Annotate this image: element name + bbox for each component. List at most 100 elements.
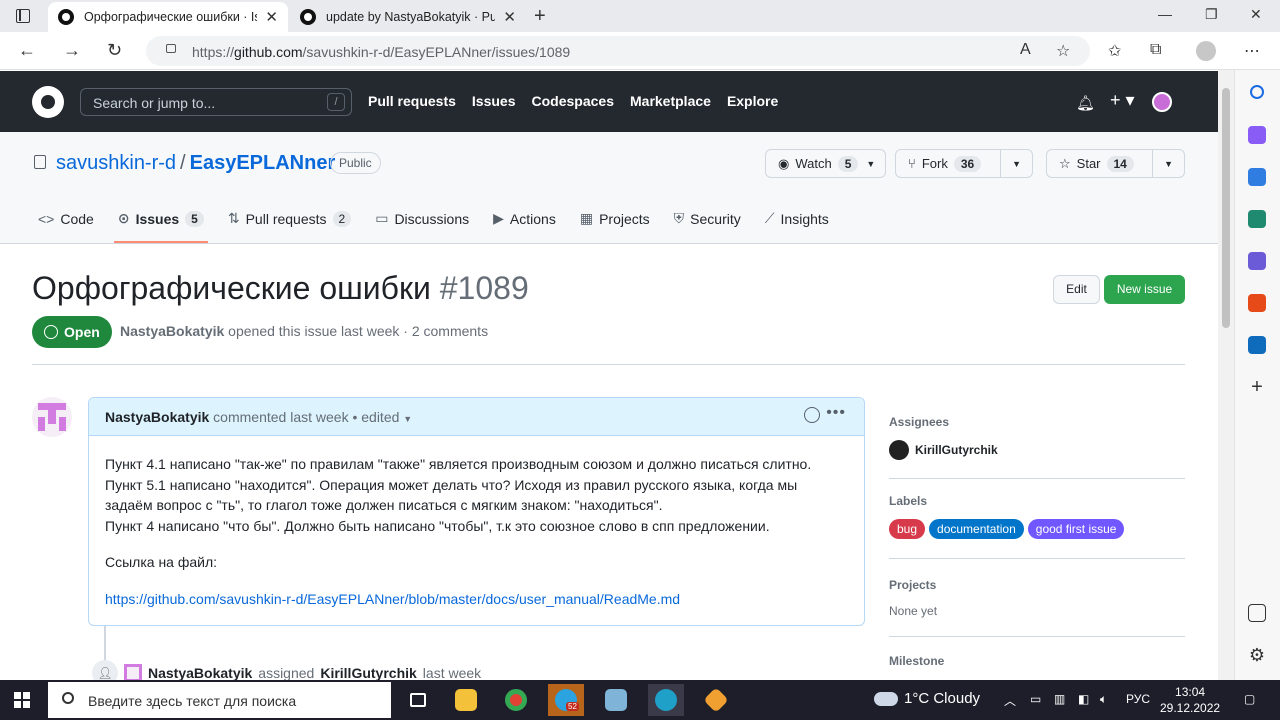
notification-center-icon[interactable]: ▢ <box>1244 692 1255 706</box>
create-new-icon[interactable]: + ▾ <box>1110 90 1135 111</box>
collections-icon[interactable]: ⧉ <box>1150 41 1161 59</box>
event-actor-link[interactable]: NastyaBokatyik <box>148 665 252 681</box>
labels-heading[interactable]: Labels <box>889 494 1185 508</box>
issue-icon: ⊙ <box>117 210 130 226</box>
label-good-first-issue[interactable]: good first issue <box>1027 519 1125 539</box>
tray-chevron-icon[interactable]: ︿ <box>1004 692 1016 709</box>
fork-dropdown-chevron-icon[interactable]: ▼ <box>1000 150 1032 177</box>
page-scrollbar[interactable] <box>1218 70 1234 680</box>
back-icon[interactable]: ← <box>18 40 36 61</box>
tab-actions[interactable]: ▶ Actions <box>493 210 556 227</box>
add-favorite-icon[interactable]: ☆ <box>1056 41 1070 61</box>
telegram-icon[interactable] <box>548 684 584 716</box>
taskbar-clock[interactable]: 13:04 29.12.2022 <box>1160 684 1220 716</box>
task-view-icon[interactable] <box>400 684 436 716</box>
search-sidebar-icon[interactable] <box>1250 85 1264 99</box>
user-avatar[interactable] <box>1152 92 1172 112</box>
open-in-window-icon[interactable] <box>1248 604 1266 622</box>
github-search-input[interactable]: Search or jump to... / <box>80 88 352 116</box>
profile-icon[interactable] <box>1196 41 1216 61</box>
minimize-icon[interactable]: — <box>1158 6 1172 22</box>
tab-security[interactable]: ⛨ Security <box>674 210 741 227</box>
tools-icon[interactable] <box>1248 210 1266 228</box>
star-button[interactable]: ☆ Star 14 ▼ <box>1046 149 1185 178</box>
taskbar-search-placeholder: Введите здесь текст для поиска <box>88 693 297 709</box>
browser-tab-issue[interactable]: Орфографические ошибки · Iss ✕ <box>48 2 288 32</box>
network-icon[interactable]: ▥ <box>1054 692 1065 706</box>
nav-issues[interactable]: Issues <box>472 93 516 109</box>
maximize-icon[interactable]: ❐ <box>1205 6 1218 23</box>
add-reaction-icon[interactable] <box>804 407 820 423</box>
event-target-link[interactable]: KirillGutyrchik <box>320 665 416 681</box>
scrollbar-thumb[interactable] <box>1222 88 1230 328</box>
new-issue-button[interactable]: New issue <box>1104 275 1185 304</box>
git-app-icon[interactable] <box>698 684 734 716</box>
refresh-icon[interactable]: ↻ <box>107 40 122 61</box>
file-explorer-icon[interactable] <box>448 684 484 716</box>
watch-button[interactable]: ◉ Watch 5 ▼ <box>765 149 886 178</box>
projects-heading[interactable]: Projects <box>889 578 1185 592</box>
tab-pull-requests[interactable]: ⇅ Pull requests 2 <box>228 210 352 227</box>
battery-icon[interactable]: ▭ <box>1030 692 1041 706</box>
url-bar[interactable]: https://github.com/savushkin-r-d/EasyEPL… <box>146 36 1090 66</box>
games-icon[interactable] <box>1248 252 1266 270</box>
chrome-icon[interactable] <box>498 684 534 716</box>
tab-issues[interactable]: ⊙ Issues 5 <box>113 210 208 243</box>
favorites-icon[interactable]: ✩ <box>1108 41 1121 61</box>
chevron-down-icon[interactable]: ▼ <box>403 414 412 424</box>
taskbar-search-input[interactable]: Введите здесь текст для поиска <box>48 682 391 718</box>
nav-marketplace[interactable]: Marketplace <box>630 93 711 109</box>
close-tab-icon[interactable]: ✕ <box>265 8 278 26</box>
outlook-icon[interactable] <box>1248 336 1266 354</box>
close-tab-icon[interactable]: ✕ <box>503 8 516 26</box>
event-time[interactable]: last week <box>423 665 481 681</box>
issue-author-link[interactable]: NastyaBokatyik <box>120 323 224 339</box>
fork-button[interactable]: ⑂ Fork 36 ▼ <box>895 149 1033 178</box>
repo-owner-link[interactable]: savushkin-r-d <box>56 152 176 174</box>
assignees-heading[interactable]: Assignees <box>889 415 1185 429</box>
repo-name-link[interactable]: EasyEPLANner <box>190 152 336 174</box>
nav-codespaces[interactable]: Codespaces <box>532 93 614 109</box>
office-icon[interactable] <box>1248 294 1266 312</box>
tab-code[interactable]: <> Code <box>38 210 94 227</box>
nav-pull-requests[interactable]: Pull requests <box>368 93 456 109</box>
language-indicator[interactable]: РУС <box>1126 692 1150 706</box>
label-documentation[interactable]: documentation <box>929 519 1024 539</box>
star-dropdown-chevron-icon[interactable]: ▼ <box>1152 150 1184 177</box>
tab-discussions[interactable]: ▭ Discussions <box>375 210 469 227</box>
close-window-icon[interactable]: ✕ <box>1250 6 1262 23</box>
assignee-item[interactable]: KirillGutyrchik <box>889 440 998 460</box>
file-link[interactable]: https://github.com/savushkin-r-d/EasyEPL… <box>105 591 680 607</box>
tray-app-icon[interactable]: ◧ <box>1078 692 1089 706</box>
forward-icon[interactable]: → <box>63 40 81 61</box>
settings-icon[interactable]: ⚙ <box>1248 646 1266 664</box>
volume-muted-icon[interactable]: 🔈︎ <box>1100 692 1107 707</box>
shopping-icon[interactable] <box>1248 168 1266 186</box>
windows-start-icon[interactable] <box>14 692 30 708</box>
tab-insights[interactable]: ⟋ Insights <box>765 210 829 227</box>
nav-explore[interactable]: Explore <box>727 93 778 109</box>
add-sidebar-app-icon[interactable]: + <box>1248 377 1266 397</box>
new-tab-icon[interactable]: + <box>534 5 546 28</box>
comment-meta[interactable]: commented last week • edited <box>213 409 399 425</box>
tab-count: 5 <box>185 210 204 227</box>
weather-widget[interactable]: 1°C Cloudy <box>874 690 980 707</box>
comment-options-icon[interactable]: ••• <box>826 404 846 422</box>
notifications-bell-icon[interactable]: 🔔︎ <box>1076 94 1095 112</box>
shield-icon: ⛨ <box>673 210 685 226</box>
github-logo-icon[interactable] <box>32 86 64 118</box>
milestone-heading[interactable]: Milestone <box>889 654 1185 668</box>
tab-actions-icon[interactable] <box>16 9 30 23</box>
read-aloud-icon[interactable]: A <box>1020 41 1031 59</box>
edge-icon[interactable] <box>648 684 684 716</box>
more-menu-icon[interactable]: ⋯ <box>1244 41 1260 61</box>
label-bug[interactable]: bug <box>889 519 926 539</box>
browser-tab-pr[interactable]: update by NastyaBokatyik · Pull R ✕ <box>290 2 526 32</box>
notes-app-icon[interactable] <box>598 684 634 716</box>
comment-author-avatar[interactable] <box>32 397 72 437</box>
edit-button[interactable]: Edit <box>1053 275 1100 304</box>
tab-projects[interactable]: ▦ Projects <box>580 210 650 227</box>
comment-author-link[interactable]: NastyaBokatyik <box>105 409 209 425</box>
lock-icon[interactable] <box>166 44 176 53</box>
copilot-icon[interactable] <box>1248 126 1266 144</box>
